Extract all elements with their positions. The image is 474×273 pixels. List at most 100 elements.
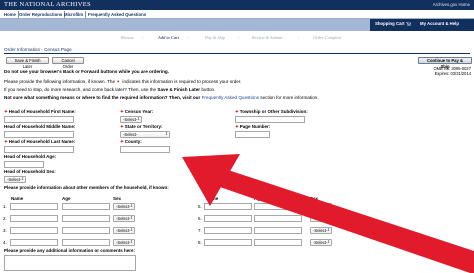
required-note: Please provide the following information… [4, 79, 414, 85]
member-name-field[interactable] [10, 239, 58, 246]
select-caret-icon: ⇕ [129, 216, 133, 220]
member-age-field[interactable] [254, 215, 302, 222]
member-sex-select[interactable]: -Select- ⇕ [310, 239, 332, 246]
step-chevron-icon: › [187, 35, 189, 40]
member-name-field[interactable] [204, 215, 252, 222]
tab-order-reproductions[interactable]: Order Reproductions [17, 11, 66, 18]
member-row-number: 7. [198, 228, 202, 233]
step-chevron-icon: › [298, 35, 300, 40]
col-sex-left: Sex [113, 196, 122, 201]
select-caret-icon: ⇕ [164, 132, 168, 136]
first-name-field[interactable] [4, 116, 74, 123]
continue-pay-ship-button[interactable]: Continue to Pay & Ship [418, 57, 472, 69]
cart-icon [405, 21, 411, 26]
site-title[interactable]: THE NATIONAL ARCHIVES [4, 1, 91, 8]
township-field[interactable] [235, 116, 305, 123]
member-sex-select[interactable]: -Select- ⇕ [310, 215, 332, 222]
member-name-field[interactable] [204, 227, 252, 234]
census-year-select[interactable]: -Select- ⇕ [120, 116, 142, 123]
sex-label: Head of Household Sex: [4, 169, 56, 174]
tab-microfilm[interactable]: Microfilm [62, 11, 87, 18]
save-note-bold: Save & Finish Later [157, 87, 201, 92]
last-name-label: ✦Head of Household Last Name: [4, 139, 75, 145]
required-note-end: indicates this information is required t… [122, 79, 242, 84]
page-number-label-text: Page Number: [239, 124, 271, 129]
state-label: ✦State or Territory: [120, 124, 162, 130]
required-asterisk-icon: ✦ [116, 79, 121, 84]
state-select[interactable]: -Select- ⇕ [120, 131, 170, 138]
col-age-left: Age [62, 196, 71, 201]
save-note-start: If you need to stop, do more research, a… [4, 87, 157, 92]
member-age-field[interactable] [254, 239, 302, 246]
select-caret-icon: ⇕ [326, 240, 330, 244]
sex-select[interactable]: -Select- ⇕ [4, 176, 26, 183]
shopping-cart-link[interactable]: Shopping Cart [375, 21, 411, 26]
middle-name-field[interactable] [4, 131, 74, 138]
census-year-label-text: Census Year: [124, 109, 154, 114]
member-age-field[interactable] [62, 215, 110, 222]
required-asterisk-icon: ✦ [235, 124, 239, 129]
member-sex-select[interactable]: -Select- ⇕ [113, 239, 135, 246]
nav-bar: Home Order Reproductions Microfilm Frequ… [0, 10, 474, 19]
state-select-value: -Select- [123, 132, 138, 137]
required-asterisk-icon: ✦ [120, 139, 124, 144]
first-name-label: ✦Head of Household First Name: [4, 109, 76, 115]
census-year-label: ✦Census Year: [120, 109, 153, 115]
save-note-end: button. [201, 87, 216, 92]
select-caret-icon: ⇕ [326, 228, 330, 232]
member-row-number: 5. [198, 204, 202, 209]
county-label: ✦County: [120, 139, 142, 145]
member-sex-select[interactable]: -Select- ⇕ [113, 227, 135, 234]
col-age-right: Age [254, 196, 263, 201]
member-sex-select[interactable]: -Select- ⇕ [113, 215, 135, 222]
member-row-number: 8. [198, 240, 202, 245]
save-finish-later-button[interactable]: Save & Finish Later [6, 57, 49, 69]
member-row-number: 1. [3, 204, 7, 209]
step-chevron-icon: › [238, 35, 240, 40]
required-asterisk-icon: ✦ [235, 109, 239, 114]
member-sex-select[interactable]: -Select- ⇕ [113, 203, 135, 210]
step-review-submit: Review & Submit [252, 35, 283, 40]
county-label-text: County: [124, 139, 142, 144]
account-bar: Shopping Cart My Account & Help [0, 19, 474, 31]
additional-info-field[interactable] [4, 255, 136, 271]
age-label: Head of Household Age: [4, 154, 57, 159]
township-label-text: Township or Other Subdivision: [239, 109, 308, 114]
required-asterisk-icon: ✦ [4, 109, 8, 114]
tab-faq[interactable]: Frequently Asked Questions [86, 11, 148, 18]
faq-link[interactable]: Frequently Asked Questions [202, 95, 259, 100]
page-number-field[interactable] [235, 131, 270, 138]
select-caret-icon: ⇕ [326, 216, 330, 220]
county-field[interactable] [120, 146, 170, 153]
member-sex-select-value: -Select- [313, 240, 328, 245]
member-name-field[interactable] [10, 203, 58, 210]
required-asterisk-icon: ✦ [4, 139, 8, 144]
select-caret-icon: ⇕ [129, 240, 133, 244]
step-order-complete: Order Complete [313, 35, 342, 40]
select-caret-icon: ⇕ [129, 204, 133, 208]
member-sex-select[interactable]: -Select- ⇕ [310, 203, 332, 210]
cancel-order-button[interactable]: Cancel Order [52, 57, 84, 69]
col-name-left: Name [11, 196, 24, 201]
shopping-cart-label: Shopping Cart [375, 21, 405, 26]
member-sex-select[interactable]: -Select- ⇕ [310, 227, 332, 234]
member-age-field[interactable] [62, 227, 110, 234]
member-age-field[interactable] [62, 239, 110, 246]
archives-home-link[interactable]: Archives.gov Home [433, 2, 470, 7]
member-age-field[interactable] [254, 227, 302, 234]
age-field[interactable] [4, 161, 44, 168]
heading-divider [4, 53, 470, 54]
step-chevron-icon: › [142, 35, 144, 40]
member-name-field[interactable] [10, 227, 58, 234]
member-name-field[interactable] [204, 239, 252, 246]
last-name-field[interactable] [4, 146, 74, 153]
my-account-link[interactable]: My Account & Help [420, 21, 459, 26]
page-title: Order Information - Census Page [4, 47, 72, 52]
member-name-field[interactable] [204, 203, 252, 210]
member-name-field[interactable] [10, 215, 58, 222]
back-button-warning: Do not use your browser's Back or Forwar… [4, 69, 169, 74]
member-age-field[interactable] [254, 203, 302, 210]
member-sex-select-value: -Select- [116, 216, 131, 221]
member-age-field[interactable] [62, 203, 110, 210]
members-prompt: Please provide information about other m… [4, 185, 169, 190]
